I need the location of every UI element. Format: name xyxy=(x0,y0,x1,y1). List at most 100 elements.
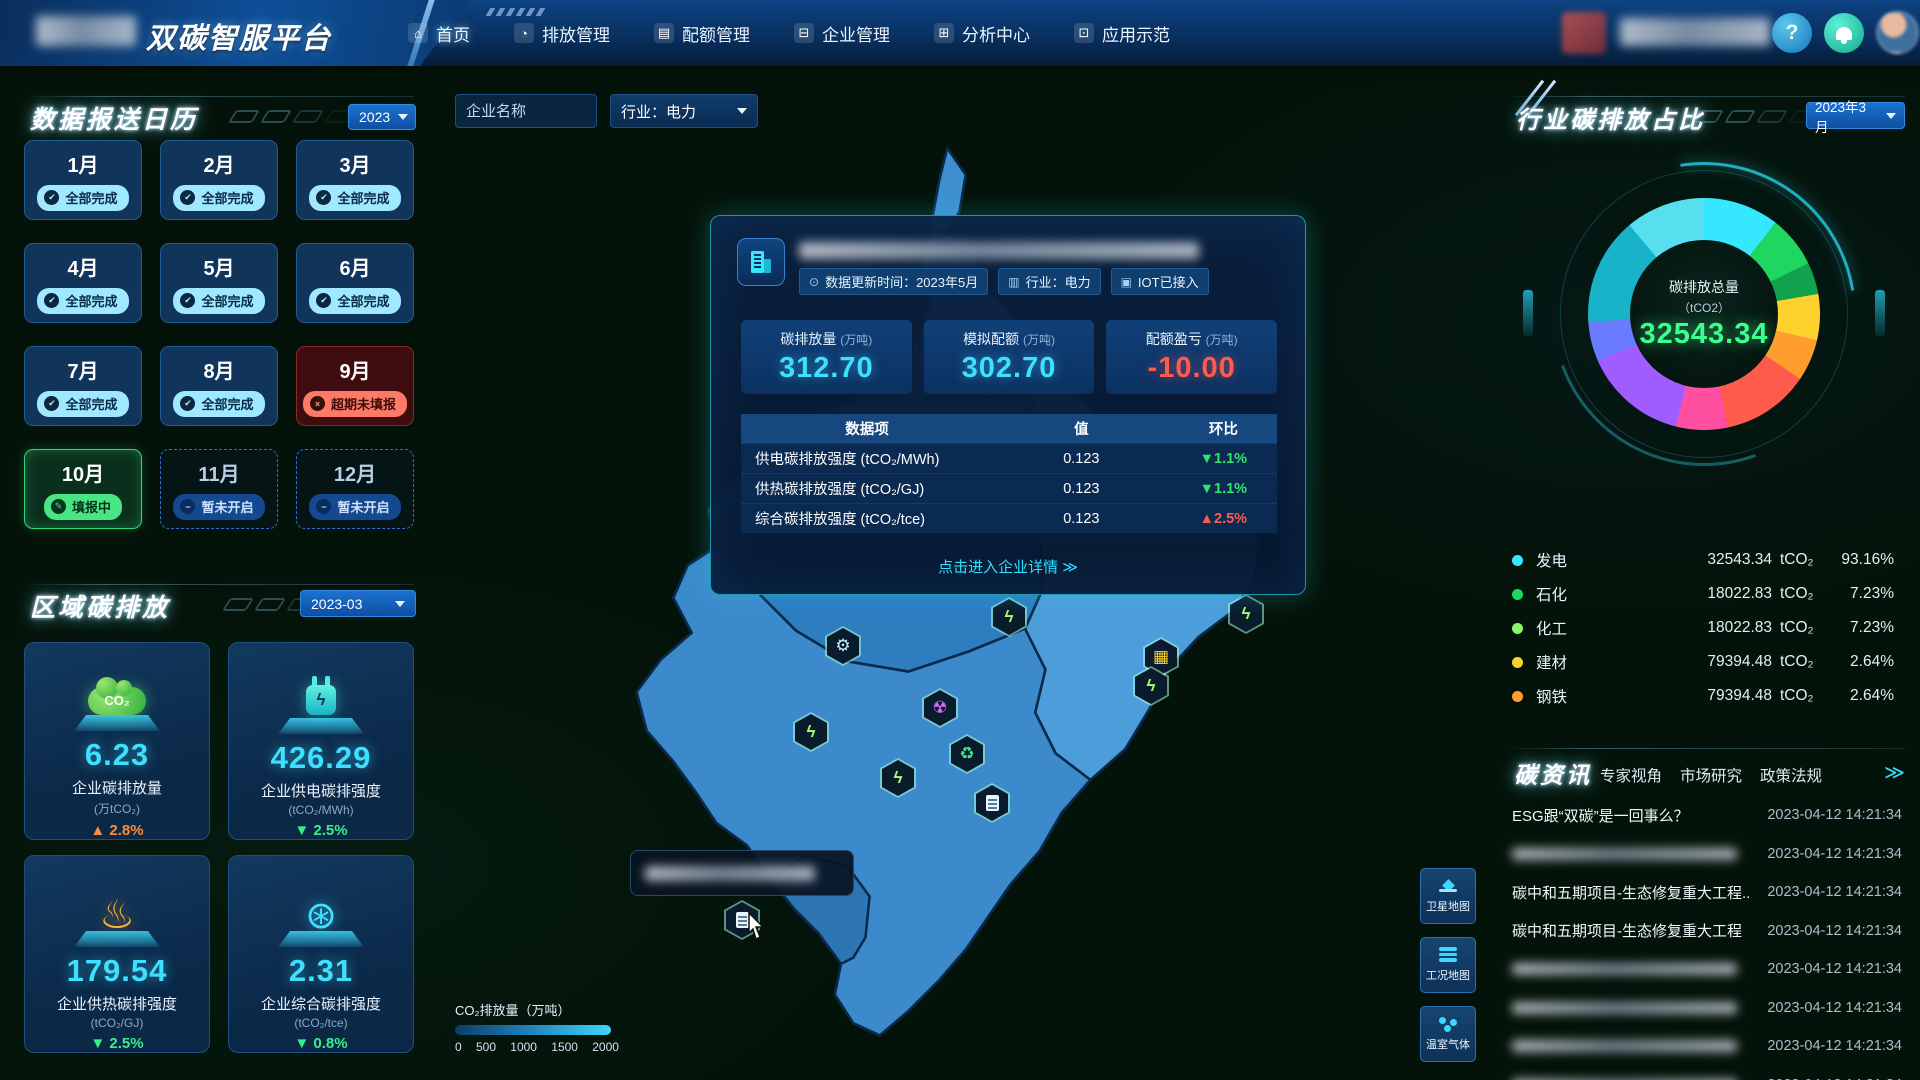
month-card-7月[interactable]: 7月✔全部完成 xyxy=(24,346,142,426)
map-control-温室气体[interactable]: 温室气体 xyxy=(1420,1006,1476,1062)
nav-item-配额管理[interactable]: ▤配额管理 xyxy=(654,21,750,46)
month-status-text: 全部完成 xyxy=(201,291,253,310)
table-header-cell: 数据项 xyxy=(741,418,993,439)
company-tag-label: 数据更新时间：2023年5月 xyxy=(825,272,978,291)
enterprise-detail-link[interactable]: 点击进入企业详情 ≫ xyxy=(711,556,1305,577)
table-cell-name: 供电碳排放强度 (tCO₂/MWh) xyxy=(741,448,993,469)
region-metric-card[interactable]: ⊛2.31企业综合碳排强度(tCO₂/tce)▼ 0.8% xyxy=(228,855,414,1053)
recycle-icon: ♻ xyxy=(951,736,983,772)
metric-delta: ▼ 2.5% xyxy=(90,1035,143,1052)
month-status-badge: ×超期未填报 xyxy=(303,391,407,417)
month-card-8月[interactable]: 8月✔全部完成 xyxy=(160,346,278,426)
legend-unit: tCO₂ xyxy=(1772,619,1818,637)
region-metric-card[interactable]: ϟ426.29企业供电碳排强度(tCO₂/MWh)▼ 2.5% xyxy=(228,642,414,840)
month-label: 1月 xyxy=(67,149,98,178)
news-tab-专家视角[interactable]: 专家视角 xyxy=(1600,764,1662,786)
month-status-badge: ✔全部完成 xyxy=(37,185,128,211)
industry-legend-row: 建材79394.48tCO₂2.64% xyxy=(1512,645,1894,679)
map-scale-label: CO₂排放量（万吨） xyxy=(455,1000,625,1019)
news-item-time: 2023-04-12 14:21:34 xyxy=(1767,1000,1902,1016)
donut-side-decoration xyxy=(1523,290,1533,336)
news-title-blurred xyxy=(1512,963,1737,975)
news-item[interactable]: 碳中和五期项目-生态修复重大工程2023-04-12 14:21:34 xyxy=(1512,912,1902,951)
table-cell-value: 0.123 xyxy=(993,481,1170,497)
satellite-icon xyxy=(1439,879,1457,893)
calendar-year-select[interactable]: 2023 xyxy=(348,104,416,130)
industry-filter-value: 行业：电力 xyxy=(621,101,696,122)
month-status-text: 全部完成 xyxy=(65,188,117,207)
analysis-icon: ⊞ xyxy=(934,23,954,43)
map-scale-ticks: 0500100015002000 xyxy=(455,1040,619,1054)
news-item[interactable]: 2023-04-12 14:21:34 xyxy=(1512,1066,1902,1080)
map-control-工况地图[interactable]: 工况地图 xyxy=(1420,937,1476,993)
month-status-badge: ✔全部完成 xyxy=(173,185,264,211)
map-control-卫星地图[interactable]: 卫星地图 xyxy=(1420,868,1476,924)
month-status-badge: ✔全部完成 xyxy=(173,288,264,314)
company-search-input[interactable] xyxy=(455,94,597,128)
minus-icon: − xyxy=(180,499,195,514)
month-status-text: 全部完成 xyxy=(65,291,117,310)
news-item[interactable]: ESG跟“双碳”是一回事么？2023-04-12 14:21:34 xyxy=(1512,796,1902,835)
popup-stat-label: 配额盈亏 (万吨) xyxy=(1146,329,1238,349)
month-label: 6月 xyxy=(339,252,370,281)
legend-value: 18022.83 xyxy=(1606,585,1772,603)
month-card-9月[interactable]: 9月×超期未填报 xyxy=(296,346,414,426)
chevron-down-icon xyxy=(1886,113,1896,119)
legend-name: 发电 xyxy=(1536,549,1606,571)
month-card-11月[interactable]: 11月−暂未开启 xyxy=(160,449,278,529)
notifications-button[interactable] xyxy=(1824,13,1864,53)
news-item[interactable]: 碳中和五期项目-生态修复重大工程...2023-04-12 14:21:34 xyxy=(1512,873,1902,912)
month-card-1月[interactable]: 1月 ✔全部完成 xyxy=(24,140,142,220)
news-item-title: ESG跟“双碳”是一回事么？ xyxy=(1512,805,1689,826)
tooltip-company-blurred xyxy=(645,866,815,881)
region-metric-card[interactable]: CO₂6.23企业碳排放量(万tCO₂)▲ 2.8% xyxy=(24,642,210,840)
news-tabs: 专家视角市场研究政策法规 xyxy=(1600,764,1822,786)
news-item[interactable]: 2023-04-12 14:21:34 xyxy=(1512,950,1902,989)
quota-icon: ▤ xyxy=(654,23,674,43)
company-tags: ⊙数据更新时间：2023年5月▥行业：电力▣IOT已接入 xyxy=(799,268,1209,295)
month-status-text: 全部完成 xyxy=(337,291,389,310)
gear-icon: ⚙ xyxy=(827,628,859,664)
gauge-icon: ◔ xyxy=(514,23,534,43)
company-name-blurred xyxy=(799,242,1199,259)
month-card-10月[interactable]: 10月✎填报中 xyxy=(24,449,142,529)
lightning-icon: ϟ xyxy=(795,714,827,750)
month-card-3月[interactable]: 3月✔全部完成 xyxy=(296,140,414,220)
industry-period-select[interactable]: 2023年3月 xyxy=(1806,102,1905,129)
news-item[interactable]: 2023-04-12 14:21:34 xyxy=(1512,1027,1902,1066)
company-tag: ⊙数据更新时间：2023年5月 xyxy=(799,268,988,295)
nav-item-排放管理[interactable]: ◔排放管理 xyxy=(514,21,610,46)
nav-item-企业管理[interactable]: ⊟企业管理 xyxy=(794,21,890,46)
month-card-6月[interactable]: 6月✔全部完成 xyxy=(296,243,414,323)
legend-name: 化工 xyxy=(1536,617,1606,639)
legend-unit: tCO₂ xyxy=(1772,653,1818,671)
news-tab-市场研究[interactable]: 市场研究 xyxy=(1680,764,1742,786)
metric-label: 企业碳排放量 xyxy=(72,777,162,798)
news-item[interactable]: 2023-04-12 14:21:34 xyxy=(1512,835,1902,874)
table-cell-name: 综合碳排放强度 (tCO₂/tce) xyxy=(741,508,993,529)
month-card-5月[interactable]: 5月✔全部完成 xyxy=(160,243,278,323)
industry-filter-select[interactable]: 行业：电力 xyxy=(610,94,758,128)
region-metric-card[interactable]: ♨179.54企业供热碳排强度(tCO₂/GJ)▼ 2.5% xyxy=(24,855,210,1053)
month-card-4月[interactable]: 4月✔全部完成 xyxy=(24,243,142,323)
nav-item-首页[interactable]: ⌂首页 xyxy=(408,21,470,46)
help-button[interactable]: ? xyxy=(1772,13,1812,53)
month-status-text: 超期未填报 xyxy=(331,394,396,413)
month-status-badge: ✔全部完成 xyxy=(37,391,128,417)
legend-value: 79394.48 xyxy=(1606,687,1772,705)
region-period-select[interactable]: 2023-03 xyxy=(300,590,416,617)
month-status-text: 填报中 xyxy=(72,497,111,516)
nav-item-应用示范[interactable]: ⊡应用示范 xyxy=(1074,21,1170,46)
month-card-2月[interactable]: 2月✔全部完成 xyxy=(160,140,278,220)
legend-percent: 2.64% xyxy=(1818,687,1894,705)
nav-item-分析中心[interactable]: ⊞分析中心 xyxy=(934,21,1030,46)
news-tab-政策法规[interactable]: 政策法规 xyxy=(1760,764,1822,786)
news-item[interactable]: 2023-04-12 14:21:34 xyxy=(1512,989,1902,1028)
month-card-12月[interactable]: 12月−暂未开启 xyxy=(296,449,414,529)
news-more-button[interactable]: ≫ xyxy=(1884,760,1905,785)
radiation-icon: ☢ xyxy=(924,690,956,726)
table-cell-delta: ▲2.5% xyxy=(1170,511,1277,527)
avatar[interactable] xyxy=(1876,11,1919,54)
month-status-badge: ✎填报中 xyxy=(44,494,122,520)
legend-name: 建材 xyxy=(1536,651,1606,673)
